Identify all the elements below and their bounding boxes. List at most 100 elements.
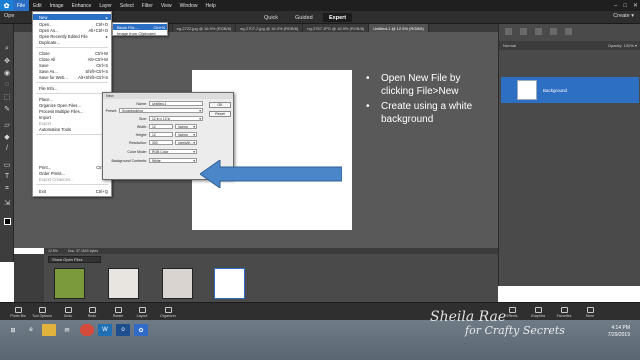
menu-filter[interactable]: Filter <box>138 0 157 11</box>
chrome-icon[interactable] <box>80 324 94 336</box>
color-mode-select[interactable]: RGB Color <box>149 149 197 154</box>
paint-bucket-icon[interactable]: ◆ <box>2 132 12 141</box>
shape-tool-icon[interactable]: ▭ <box>2 160 12 169</box>
resolution-label: Resolution: <box>129 141 147 145</box>
tab-guided[interactable]: Guided <box>289 13 319 22</box>
maximize-icon[interactable]: □ <box>623 3 627 9</box>
preset-select[interactable]: Scrapbooking <box>119 108 203 113</box>
file-menu-save-web[interactable]: Save for Web... Alt+Shift+Ctrl+S <box>33 74 111 80</box>
width-label: Width: <box>136 125 147 129</box>
tool-options-button[interactable]: Tool Options <box>30 304 54 320</box>
brush-tool-icon[interactable]: ✎ <box>2 104 12 113</box>
bin-thumbnail[interactable] <box>108 268 139 299</box>
layer-lock-icon[interactable] <box>550 28 557 35</box>
menu-divider <box>36 134 108 135</box>
submenu-image-clipboard[interactable]: Image from Clipboard <box>113 30 167 36</box>
reset-button[interactable]: Reset <box>209 111 231 117</box>
minimize-icon[interactable]: – <box>614 3 617 9</box>
tab-quick[interactable]: Quick <box>258 13 284 22</box>
photoshop-elements-icon[interactable]: ✿ <box>134 324 148 336</box>
layer-mask-icon[interactable] <box>535 28 542 35</box>
color-swatch-icon[interactable] <box>2 214 12 228</box>
bin-filter-select[interactable]: Show Open Files <box>48 256 102 263</box>
bin-thumbnail[interactable] <box>162 268 193 299</box>
text-tool-icon[interactable]: T <box>2 172 12 181</box>
crop-tool-icon[interactable]: ⌗ <box>2 184 12 193</box>
layout-button[interactable]: Layout <box>130 304 154 320</box>
width-field[interactable]: 12 <box>149 124 173 129</box>
marquee-tool-icon[interactable]: ⬚ <box>2 92 12 101</box>
opacity-field[interactable]: Opacity: 100% ▾ <box>608 43 637 48</box>
menu-edit[interactable]: Edit <box>29 0 46 11</box>
menu-select[interactable]: Select <box>116 0 138 11</box>
eye-tool-icon[interactable]: ◉ <box>2 68 12 77</box>
bin-thumbnail[interactable] <box>54 268 85 299</box>
undo-button[interactable]: Undo <box>56 304 80 320</box>
file-menu-exit[interactable]: Exit Ctrl+Q <box>33 188 111 194</box>
doc-tab-active[interactable]: Untitled-1 @ 12.5% (RGB/8) <box>369 24 429 32</box>
layer-delete-icon[interactable] <box>565 28 572 35</box>
open-button[interactable]: Ope <box>4 13 14 19</box>
layer-new-icon[interactable] <box>505 28 512 35</box>
menu-view[interactable]: View <box>157 0 176 11</box>
file-menu-automation[interactable]: Automation Tools▸ <box>33 126 111 132</box>
create-button[interactable]: Create ▾ <box>613 13 634 19</box>
size-select[interactable]: 12 in x 12 in <box>149 116 203 121</box>
zoom-tool-icon[interactable]: ⌕ <box>2 44 12 53</box>
redo-button[interactable]: Redo <box>80 304 104 320</box>
signature-watermark: Sheila Rae for Crafty Secrets <box>430 309 565 337</box>
mail-icon[interactable]: ✉ <box>60 324 74 336</box>
menu-help[interactable]: Help <box>201 0 219 11</box>
file-menu-duplicate[interactable]: Duplicate... <box>33 39 111 45</box>
word-icon[interactable]: W <box>98 324 112 336</box>
transform-tool-icon[interactable]: ⇲ <box>2 198 12 207</box>
pencil-tool-icon[interactable]: / <box>2 144 12 153</box>
height-unit-select[interactable]: inches <box>175 132 197 137</box>
file-menu-new[interactable]: New ▸ <box>33 14 111 20</box>
doc-tab[interactable]: eg-2707-2.jpg @ 16.3% (RGB/8) <box>236 24 304 32</box>
height-field[interactable]: 12 <box>149 132 173 137</box>
doc-tab[interactable]: ng-2767.JPG @ 16.9% (RGB/8) <box>303 24 370 32</box>
name-field[interactable]: Untitled-1 <box>149 101 203 106</box>
width-unit-select[interactable]: inches <box>175 124 197 129</box>
windows-start-icon[interactable]: ⊞ <box>6 324 20 336</box>
menu-divider <box>36 93 108 94</box>
undo-icon <box>64 306 72 313</box>
lasso-tool-icon[interactable]: ◌ <box>2 80 12 89</box>
file-explorer-icon[interactable] <box>42 324 56 336</box>
clock-date: 7/29/2019 <box>607 332 630 338</box>
photo-bin-button[interactable]: Photo Bin <box>6 304 30 320</box>
doc-tab[interactable]: eg-2722.jpg @ 16.9% (RGB/8) <box>173 24 237 32</box>
more-button[interactable]: More <box>578 304 602 320</box>
outlook-icon[interactable]: o <box>116 324 130 336</box>
edge-icon[interactable]: e <box>24 324 38 336</box>
clock-time: 4:14 PM <box>611 325 630 331</box>
tab-expert[interactable]: Expert <box>323 13 353 22</box>
move-tool-icon[interactable]: ✥ <box>2 56 12 65</box>
menu-file[interactable]: File <box>13 0 30 11</box>
menu-image[interactable]: Image <box>46 0 68 11</box>
file-menu-file-info[interactable]: File Info... <box>33 85 111 91</box>
layer-row-background[interactable]: Background <box>501 77 639 103</box>
resolution-field[interactable]: 300 <box>149 140 173 145</box>
ok-button[interactable]: OK <box>209 102 231 108</box>
blend-mode-select[interactable]: Normal <box>503 43 516 48</box>
close-icon[interactable]: ✕ <box>633 2 638 9</box>
menu-layer[interactable]: Layer <box>95 0 116 11</box>
menu-window[interactable]: Window <box>176 0 202 11</box>
layer-group-icon[interactable] <box>520 28 527 35</box>
rotate-button[interactable]: Rotate <box>106 304 130 320</box>
menu-divider <box>36 47 108 48</box>
app-logo-icon: ✿ <box>0 0 13 11</box>
file-menu-export-creations[interactable]: Export Creations... <box>33 176 111 182</box>
bin-thumbnail-active[interactable] <box>214 268 245 299</box>
layer-thumbnail <box>517 80 537 100</box>
organizer-button[interactable]: Organizer <box>156 304 180 320</box>
resolution-unit-select[interactable]: pixels/in... <box>175 140 197 145</box>
more-icon <box>586 306 594 313</box>
redo-icon <box>88 306 96 313</box>
menu-enhance[interactable]: Enhance <box>68 0 96 11</box>
background-contents-select[interactable]: White <box>149 158 197 163</box>
eraser-tool-icon[interactable]: ▱ <box>2 120 12 129</box>
layout-icon <box>138 306 146 313</box>
